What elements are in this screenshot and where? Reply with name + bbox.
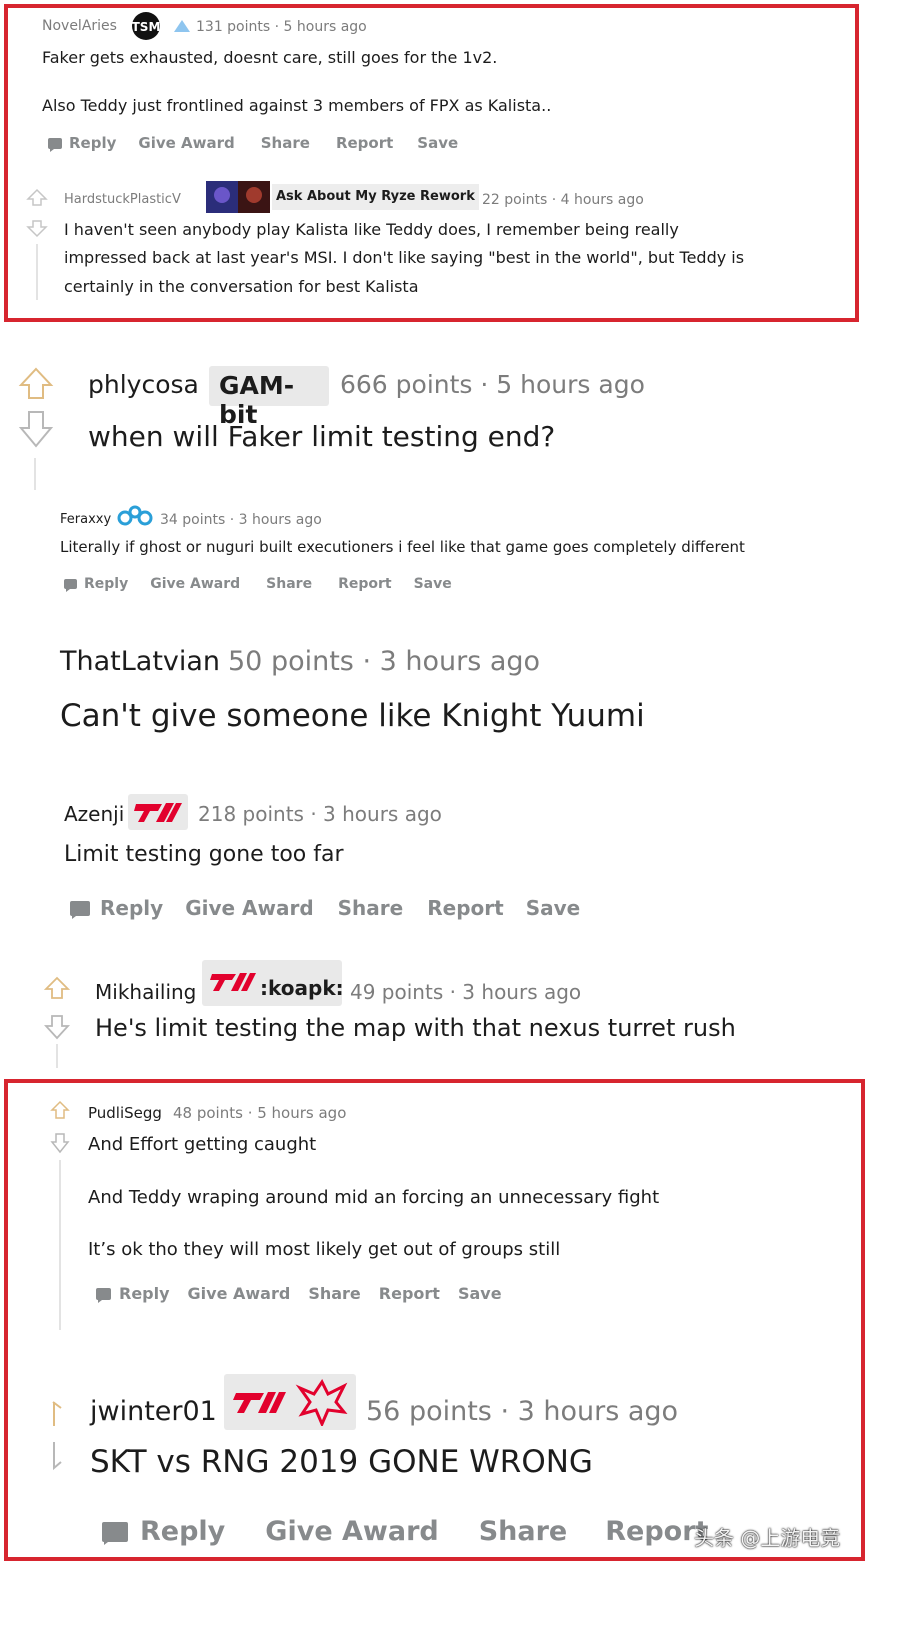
username[interactable]: PudliSegg xyxy=(88,1104,162,1122)
reply-icon xyxy=(64,579,77,592)
downvote-arrow-icon[interactable] xyxy=(26,220,48,238)
comment-body: And Teddy wraping around mid an forcing … xyxy=(88,1187,660,1208)
comment-body: Faker gets exhausted, doesnt care, still… xyxy=(42,48,498,67)
thread-line[interactable] xyxy=(36,244,38,300)
username[interactable]: jwinter01 xyxy=(90,1396,217,1427)
upvote-arrow-icon[interactable] xyxy=(26,188,48,206)
user-flair: GAM-bit xyxy=(209,366,329,429)
save-button[interactable]: Save xyxy=(458,1284,502,1303)
share-button[interactable]: Share xyxy=(479,1516,568,1547)
share-button[interactable]: Share xyxy=(261,134,310,152)
downvote-arrow-icon[interactable] xyxy=(18,410,54,450)
upvote-arrow-icon[interactable] xyxy=(50,1398,64,1428)
rng-flair-icon xyxy=(295,1379,348,1426)
comment-actions: Reply Give Award Share Report Save xyxy=(96,1284,502,1303)
comment-meta: 48 points · 5 hours ago xyxy=(173,1104,347,1122)
save-button[interactable]: Save xyxy=(414,576,452,592)
comment-meta: 22 points · 4 hours ago xyxy=(482,192,644,208)
comment-actions: Reply Give Award Share Report xyxy=(102,1516,748,1547)
comment-body: I haven't seen anybody play Kalista like… xyxy=(64,220,679,239)
tsm-flair-icon: TSM xyxy=(130,10,162,42)
report-button[interactable]: Report xyxy=(336,134,393,152)
comment-meta: 50 points · 3 hours ago xyxy=(228,646,541,677)
save-button[interactable]: Save xyxy=(417,134,458,152)
ryze-flair-icon xyxy=(206,181,270,213)
user-flair: Ask About My Ryze Rework xyxy=(272,184,479,210)
comment-actions: Reply Give Award Share Report Save xyxy=(48,134,458,152)
downvote-arrow-icon[interactable] xyxy=(50,1440,64,1474)
give-award-button[interactable]: Give Award xyxy=(150,576,240,592)
give-award-button[interactable]: Give Award xyxy=(188,1284,291,1303)
downvote-arrow-icon[interactable] xyxy=(50,1132,70,1154)
comment-body: Limit testing gone too far xyxy=(64,842,344,867)
svg-text:TSM: TSM xyxy=(132,20,161,34)
comment-body: It’s ok tho they will most likely get ou… xyxy=(88,1239,561,1260)
comment-body: impressed back at last year's MSI. I don… xyxy=(64,248,745,267)
reply-icon xyxy=(96,1287,111,1303)
watermark: 头条 @上游电竞 xyxy=(694,1526,841,1550)
username[interactable]: NovelAries xyxy=(42,18,117,34)
share-button[interactable]: Share xyxy=(308,1284,360,1303)
t1-flair-icon xyxy=(134,803,182,822)
reply-icon xyxy=(48,137,62,152)
report-button[interactable]: Report xyxy=(427,896,503,920)
give-award-button[interactable]: Give Award xyxy=(265,1516,438,1547)
comment-body: Literally if ghost or nuguri built execu… xyxy=(60,538,745,556)
reply-button[interactable]: Reply xyxy=(100,896,163,920)
comment-body: certainly in the conversation for best K… xyxy=(64,277,419,296)
username[interactable]: Mikhailing xyxy=(95,980,196,1004)
reply-button[interactable]: Reply xyxy=(84,576,128,592)
comment-actions: Reply Give Award Share Report Save xyxy=(70,896,580,920)
comment-body: Can't give someone like Knight Yuumi xyxy=(60,698,645,734)
downvote-arrow-icon[interactable] xyxy=(44,1014,70,1040)
comment-body: when will Faker limit testing end? xyxy=(88,420,556,453)
t1-flair xyxy=(128,794,188,830)
reply-button[interactable]: Reply xyxy=(119,1284,170,1303)
user-flair: :koapk: xyxy=(202,960,344,1006)
username[interactable]: Feraxxy xyxy=(60,512,111,527)
reply-icon xyxy=(70,900,90,919)
comment-body: Also Teddy just frontlined against 3 mem… xyxy=(42,96,552,115)
username[interactable]: ThatLatvian xyxy=(60,646,220,677)
comment-body: SKT vs RNG 2019 GONE WRONG xyxy=(90,1444,593,1480)
report-button[interactable]: Report xyxy=(379,1284,440,1303)
username[interactable]: HardstuckPlasticV xyxy=(64,192,181,207)
comment-meta: 56 points · 3 hours ago xyxy=(366,1396,679,1427)
comment-meta: 131 points · 5 hours ago xyxy=(196,19,367,35)
username[interactable]: Azenji xyxy=(64,802,124,826)
give-award-button[interactable]: Give Award xyxy=(185,896,313,920)
upvote-arrow-icon[interactable] xyxy=(50,1100,70,1120)
report-button[interactable]: Report xyxy=(605,1516,708,1547)
flair-text: Ask About My Ryze Rework xyxy=(276,189,475,204)
cloud9-flair-icon xyxy=(117,505,153,527)
give-award-button[interactable]: Give Award xyxy=(138,134,234,152)
save-button[interactable]: Save xyxy=(526,896,581,920)
user-flair xyxy=(224,1374,356,1430)
comment-meta: 34 points · 3 hours ago xyxy=(160,512,322,528)
comment-actions: Reply Give Award Share Report Save xyxy=(64,576,452,592)
username[interactable]: phlycosa xyxy=(88,370,199,399)
comment-meta: 49 points · 3 hours ago xyxy=(350,980,582,1004)
upvote-arrow-icon[interactable] xyxy=(44,976,70,1000)
reply-button[interactable]: Reply xyxy=(69,134,116,152)
thread-line[interactable] xyxy=(59,1160,61,1330)
upvote-arrow-icon[interactable] xyxy=(18,366,54,400)
flair-text: :koapk: xyxy=(260,976,344,1000)
t1-flair-icon xyxy=(210,973,256,991)
share-button[interactable]: Share xyxy=(266,576,312,592)
points-upvote-icon xyxy=(172,18,192,34)
thread-line[interactable] xyxy=(56,1044,58,1068)
thread-line[interactable] xyxy=(34,458,36,490)
comment-meta: 666 points · 5 hours ago xyxy=(340,370,645,399)
reply-button[interactable]: Reply xyxy=(140,1516,225,1547)
report-button[interactable]: Report xyxy=(338,576,392,592)
share-button[interactable]: Share xyxy=(338,896,404,920)
comment-body: He's limit testing the map with that nex… xyxy=(95,1014,736,1042)
reply-icon xyxy=(102,1521,128,1545)
t1-flair-icon xyxy=(233,1392,286,1413)
comment-meta: 218 points · 3 hours ago xyxy=(198,802,442,826)
comment-body: And Effort getting caught xyxy=(88,1134,317,1155)
